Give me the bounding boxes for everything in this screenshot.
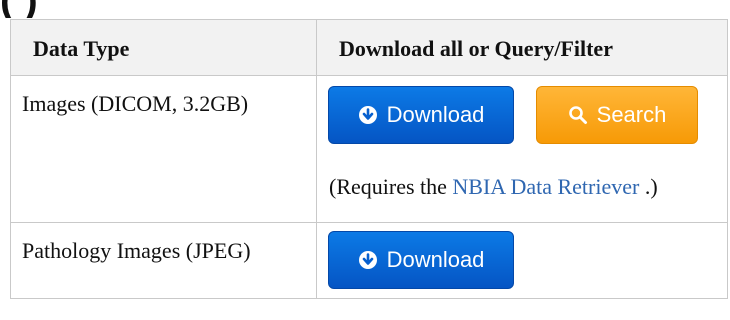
page-heading-cutoff: ( ) [0,0,730,18]
circle-down-arrow-icon [358,251,377,269]
nbia-data-retriever-link[interactable]: NBIA Data Retriever [452,174,639,199]
search-button[interactable]: Search [536,86,698,144]
cell-data-type: Pathology Images (JPEG) [10,222,317,299]
circle-down-arrow-icon [358,106,377,124]
table-header-row: Data Type Download all or Query/Filter [10,19,728,76]
download-button[interactable]: Download [328,86,514,144]
search-button-label: Search [596,102,667,127]
download-button[interactable]: Download [328,231,514,289]
cell-data-type: Images (DICOM, 3.2GB) [10,75,317,223]
retriever-requirement-note: (Requires the NBIA Data Retriever .) [329,174,658,199]
table-row: Images (DICOM, 3.2GB) Download Search (R… [10,75,728,223]
download-button-label: Download [386,247,485,272]
cell-actions: Download [316,222,728,299]
download-button-label: Download [386,102,485,127]
data-type-label: Images (DICOM, 3.2GB) [22,91,249,116]
magnifier-icon [568,106,587,124]
column-header-download: Download all or Query/Filter [316,19,728,76]
column-header-data-type: Data Type [10,19,317,76]
data-download-table: Data Type Download all or Query/Filter I… [10,19,728,299]
cell-actions: Download Search (Requires the NBIA Data … [316,75,728,223]
table-row: Pathology Images (JPEG) Download [10,222,728,299]
data-type-label: Pathology Images (JPEG) [22,238,251,263]
